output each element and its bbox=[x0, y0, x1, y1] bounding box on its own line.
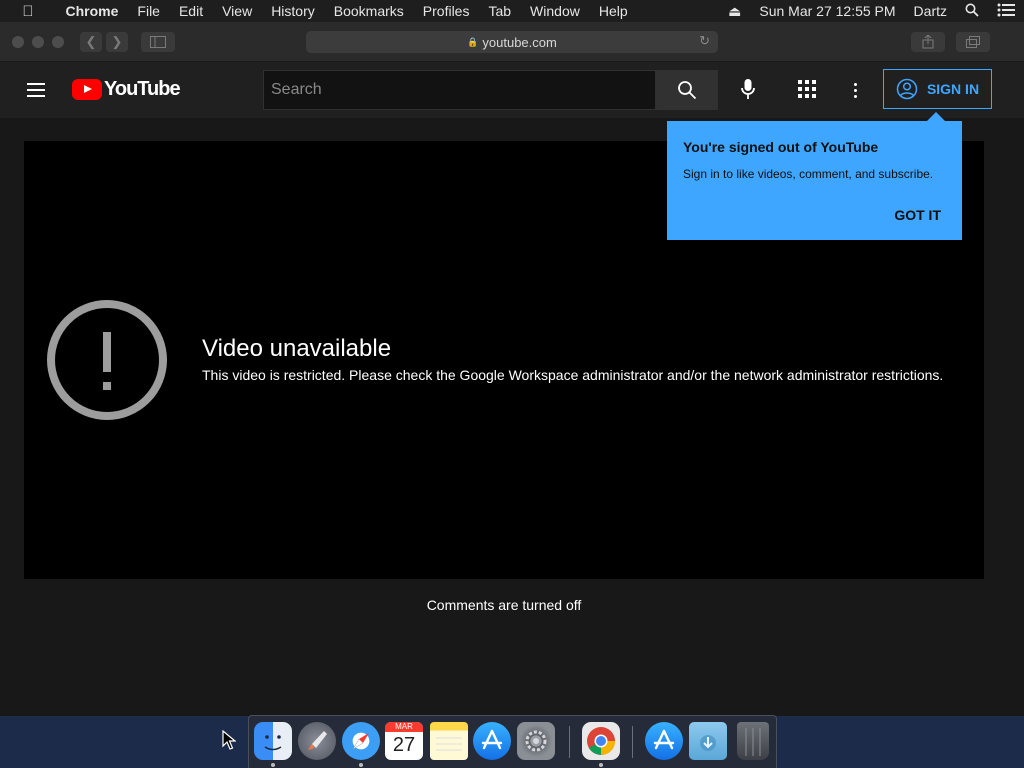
macos-menubar:  Chrome File Edit View History Bookmark… bbox=[0, 0, 1024, 22]
account-icon bbox=[896, 78, 918, 100]
spotlight-search-icon[interactable] bbox=[956, 3, 988, 20]
tabs-overview-button[interactable] bbox=[956, 32, 990, 52]
youtube-logo[interactable]: YouTube bbox=[72, 77, 181, 100]
browser-toolbar: ❮ ❯ 🔒 youtube.com ↻ bbox=[0, 22, 1024, 62]
menu-view[interactable]: View bbox=[213, 3, 262, 19]
chrome-icon[interactable] bbox=[582, 722, 620, 760]
menu-chrome[interactable]: Chrome bbox=[56, 3, 128, 19]
notes-icon[interactable] bbox=[430, 722, 468, 760]
safari-icon[interactable] bbox=[342, 722, 380, 760]
chevron-right-icon: ❯ bbox=[111, 34, 123, 49]
calendar-icon[interactable]: MAR 27 bbox=[385, 722, 423, 760]
menu-edit[interactable]: Edit bbox=[169, 3, 212, 19]
address-url: youtube.com bbox=[482, 34, 557, 50]
macos-dock: MAR 27 bbox=[248, 715, 777, 768]
forward-button[interactable]: ❯ bbox=[106, 32, 128, 52]
apps-grid-icon[interactable] bbox=[797, 79, 817, 99]
calendar-day: 27 bbox=[392, 734, 416, 756]
trash-icon[interactable] bbox=[737, 722, 769, 760]
menu-file[interactable]: File bbox=[128, 3, 170, 19]
hamburger-menu-icon[interactable] bbox=[24, 78, 48, 102]
tooltip-title: You're signed out of YouTube bbox=[683, 139, 879, 155]
window-close-button[interactable] bbox=[12, 36, 24, 48]
finder-running-indicator bbox=[271, 763, 275, 767]
sign-in-button[interactable]: SIGN IN bbox=[883, 69, 992, 109]
app-store-icon[interactable] bbox=[473, 722, 511, 760]
sidebar-icon bbox=[150, 36, 166, 48]
system-preferences-icon[interactable] bbox=[517, 722, 555, 760]
menu-profiles[interactable]: Profiles bbox=[413, 3, 479, 19]
menubar-status-area: ⏏ Sun Mar 27 12:55 PM Dartz bbox=[719, 0, 1024, 22]
mouse-cursor-icon bbox=[222, 730, 236, 750]
back-button[interactable]: ❮ bbox=[80, 32, 102, 52]
menu-bookmarks[interactable]: Bookmarks bbox=[324, 3, 413, 19]
more-options-icon[interactable] bbox=[845, 78, 865, 102]
chrome-running-indicator bbox=[599, 763, 603, 767]
reload-icon[interactable]: ↻ bbox=[699, 33, 710, 49]
share-button[interactable] bbox=[911, 32, 945, 52]
app-store-downloads-icon[interactable] bbox=[645, 722, 683, 760]
search-button[interactable] bbox=[656, 70, 718, 110]
dock-separator bbox=[569, 726, 570, 758]
calendar-month: MAR bbox=[385, 722, 423, 732]
menu-tab[interactable]: Tab bbox=[479, 3, 521, 19]
control-center-icon[interactable] bbox=[988, 3, 1024, 20]
dock-separator bbox=[632, 726, 633, 758]
voice-search-button[interactable] bbox=[733, 74, 763, 104]
tabs-icon bbox=[966, 36, 980, 48]
safari-running-indicator bbox=[359, 763, 363, 767]
menubar-user[interactable]: Dartz bbox=[905, 3, 956, 19]
menu-history[interactable]: History bbox=[262, 3, 325, 19]
youtube-page: YouTube Search SIGN IN Video unavailable… bbox=[0, 62, 1024, 716]
window-zoom-button[interactable] bbox=[52, 36, 64, 48]
error-exclamation-icon bbox=[47, 300, 167, 420]
menubar-clock[interactable]: Sun Mar 27 12:55 PM bbox=[750, 3, 904, 19]
error-message: This video is restricted. Please check t… bbox=[202, 367, 944, 383]
sidebar-toggle-button[interactable] bbox=[141, 32, 175, 52]
youtube-logo-text: YouTube bbox=[104, 77, 181, 100]
chevron-left-icon: ❮ bbox=[85, 34, 97, 49]
share-icon bbox=[922, 35, 934, 49]
apple-icon[interactable]:  bbox=[0, 3, 56, 20]
window-minimize-button[interactable] bbox=[32, 36, 44, 48]
youtube-play-icon bbox=[72, 78, 102, 100]
lock-icon: 🔒 bbox=[467, 36, 479, 47]
youtube-header: YouTube Search SIGN IN bbox=[0, 62, 1024, 118]
eject-icon[interactable]: ⏏ bbox=[719, 3, 750, 20]
address-bar[interactable]: 🔒 youtube.com ↻ bbox=[306, 31, 718, 53]
signed-out-tooltip: You're signed out of YouTube Sign in to … bbox=[667, 112, 962, 240]
downloads-folder-icon[interactable] bbox=[689, 722, 727, 760]
comments-status: Comments are turned off bbox=[426, 597, 582, 613]
sign-in-label: SIGN IN bbox=[926, 81, 980, 97]
finder-icon[interactable] bbox=[254, 722, 292, 760]
microphone-icon bbox=[741, 79, 755, 99]
search-input[interactable]: Search bbox=[263, 70, 656, 110]
tooltip-body: Sign in to like videos, comment, and sub… bbox=[683, 167, 934, 181]
launchpad-icon[interactable] bbox=[298, 722, 336, 760]
menu-help[interactable]: Help bbox=[589, 3, 637, 19]
menu-window[interactable]: Window bbox=[521, 3, 590, 19]
got-it-button[interactable]: GOT IT bbox=[894, 207, 941, 223]
error-title: Video unavailable bbox=[202, 335, 392, 362]
search-icon bbox=[678, 81, 697, 100]
